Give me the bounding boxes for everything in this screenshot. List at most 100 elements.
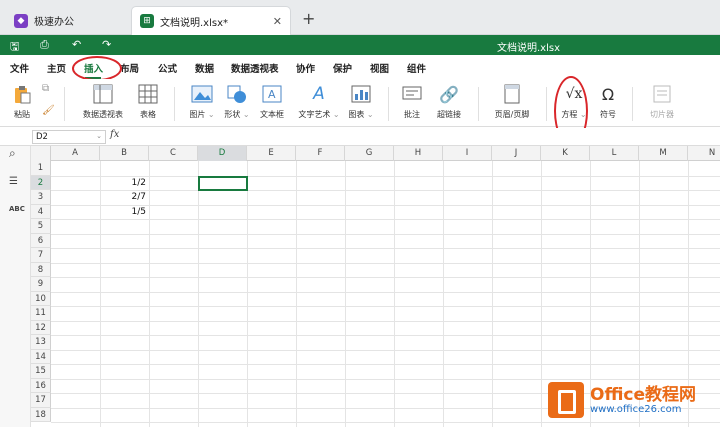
new-tab-button[interactable]: +: [302, 9, 315, 28]
name-box[interactable]: D2 ⌄: [32, 130, 106, 144]
cell-b2[interactable]: 1/2: [100, 178, 146, 188]
row-header[interactable]: 2: [31, 175, 51, 190]
select-all-corner[interactable]: [31, 146, 51, 161]
pivot-table-button[interactable]: 数据透视表: [80, 83, 126, 120]
header-footer-icon: [492, 83, 532, 105]
column-header[interactable]: M: [639, 146, 688, 161]
column-header[interactable]: H: [394, 146, 443, 161]
row-header[interactable]: 6: [31, 233, 51, 248]
menu-formula[interactable]: 公式: [158, 61, 177, 75]
menu-home[interactable]: 主页: [47, 61, 66, 75]
tab-document[interactable]: ⊞ 文档说明.xlsx* ✕: [131, 6, 291, 35]
cell-b4[interactable]: 1/5: [100, 207, 146, 217]
picture-button[interactable]: 图片 ⌄: [188, 83, 216, 120]
print-icon[interactable]: ⎙: [40, 38, 49, 52]
column-header[interactable]: I: [443, 146, 492, 161]
svg-text:A: A: [268, 88, 276, 101]
row-header[interactable]: 5: [31, 219, 51, 234]
menu-protect[interactable]: 保护: [333, 61, 352, 75]
table-button[interactable]: 表格: [136, 83, 160, 120]
row-header[interactable]: 14: [31, 349, 51, 364]
chart-icon: [346, 83, 376, 105]
chart-button[interactable]: 图表 ⌄: [346, 83, 376, 120]
column-header[interactable]: F: [296, 146, 345, 161]
format-painter-icon[interactable]: 🖌: [42, 105, 55, 116]
row-header[interactable]: 9: [31, 277, 51, 292]
column-header[interactable]: D: [198, 146, 247, 161]
row-header[interactable]: 15: [31, 364, 51, 379]
tab-label: 文档说明.xlsx*: [160, 17, 229, 29]
function-icon[interactable]: fx: [110, 129, 119, 140]
gridline: [51, 190, 720, 191]
column-header[interactable]: N: [688, 146, 720, 161]
comment-list-icon[interactable]: ☰: [9, 176, 18, 187]
wordart-button[interactable]: A 文字艺术 ⌄: [296, 83, 342, 120]
menu-file[interactable]: 文件: [10, 61, 29, 75]
active-cell-selection[interactable]: [198, 175, 248, 191]
ribbon-toolbar: 粘贴 ⧉ 🖌 数据透视表 表格 图片 ⌄ 形状 ⌄ A 文本框 A 文字艺术 ⌄…: [0, 79, 720, 127]
row-header[interactable]: 17: [31, 393, 51, 408]
column-header[interactable]: B: [100, 146, 149, 161]
paste-button[interactable]: 粘贴: [8, 83, 36, 120]
textbox-button[interactable]: A 文本框: [257, 83, 287, 120]
cell-b3[interactable]: 2/7: [100, 192, 146, 202]
row-header[interactable]: 4: [31, 204, 51, 219]
search-icon[interactable]: ⌕: [9, 146, 16, 161]
column-header[interactable]: L: [590, 146, 639, 161]
slicer-button[interactable]: 切片器: [648, 83, 676, 120]
row-header[interactable]: 18: [31, 407, 51, 422]
tab-app-home[interactable]: ◆ 极速办公: [6, 6, 126, 35]
textbox-icon: A: [257, 83, 287, 105]
shape-button[interactable]: 形状 ⌄: [222, 83, 252, 120]
gridline: [51, 335, 720, 336]
row-header[interactable]: 12: [31, 320, 51, 335]
menu-collaborate[interactable]: 协作: [296, 61, 315, 75]
separator: [546, 87, 547, 121]
gridline: [100, 161, 101, 427]
spellcheck-icon[interactable]: ABC: [9, 205, 25, 213]
column-header[interactable]: G: [345, 146, 394, 161]
gridline: [492, 161, 493, 427]
column-header[interactable]: E: [247, 146, 296, 161]
menu-layout[interactable]: 布局: [120, 61, 139, 75]
comment-button[interactable]: 批注: [400, 83, 424, 120]
column-header[interactable]: J: [492, 146, 541, 161]
separator: [64, 87, 65, 121]
menu-view[interactable]: 视图: [370, 61, 389, 75]
gridline: [51, 262, 720, 264]
symbol-button[interactable]: Ω 符号: [596, 83, 620, 120]
menu-pivot-table[interactable]: 数据透视表: [231, 61, 279, 75]
undo-icon[interactable]: ↶: [72, 38, 81, 51]
close-icon[interactable]: ✕: [273, 15, 282, 28]
redo-icon[interactable]: ↷: [102, 38, 111, 51]
copy-icon[interactable]: ⧉: [42, 83, 49, 94]
row-header[interactable]: 3: [31, 190, 51, 205]
picture-icon: [188, 83, 216, 105]
gridline: [149, 161, 150, 427]
gridline: [51, 320, 720, 322]
row-header[interactable]: 16: [31, 378, 51, 393]
shape-icon: [222, 83, 252, 105]
row-header[interactable]: 10: [31, 291, 51, 306]
menu-data[interactable]: 数据: [195, 61, 214, 75]
gridline: [51, 306, 720, 307]
link-icon: 🔗: [439, 84, 459, 104]
gridline: [51, 277, 720, 278]
omega-icon: Ω: [601, 84, 615, 104]
row-header[interactable]: 1: [31, 161, 51, 176]
watermark: Office教程网 www.office26.com: [548, 378, 716, 422]
row-header[interactable]: 7: [31, 248, 51, 263]
row-header[interactable]: 13: [31, 335, 51, 350]
gridline: [198, 161, 199, 427]
row-header[interactable]: 11: [31, 306, 51, 321]
row-header[interactable]: 8: [31, 262, 51, 277]
column-header[interactable]: A: [51, 146, 100, 161]
hyperlink-button[interactable]: 🔗 超链接: [434, 83, 464, 120]
column-header[interactable]: K: [541, 146, 590, 161]
column-header[interactable]: C: [149, 146, 198, 161]
menu-components[interactable]: 组件: [407, 61, 426, 75]
column-header-row: ABCDEFGHIJKLMN: [31, 146, 720, 161]
header-footer-button[interactable]: 页眉/页脚: [492, 83, 532, 120]
tab-label: 极速办公: [34, 17, 74, 28]
chevron-down-icon[interactable]: ⌄: [96, 132, 102, 140]
